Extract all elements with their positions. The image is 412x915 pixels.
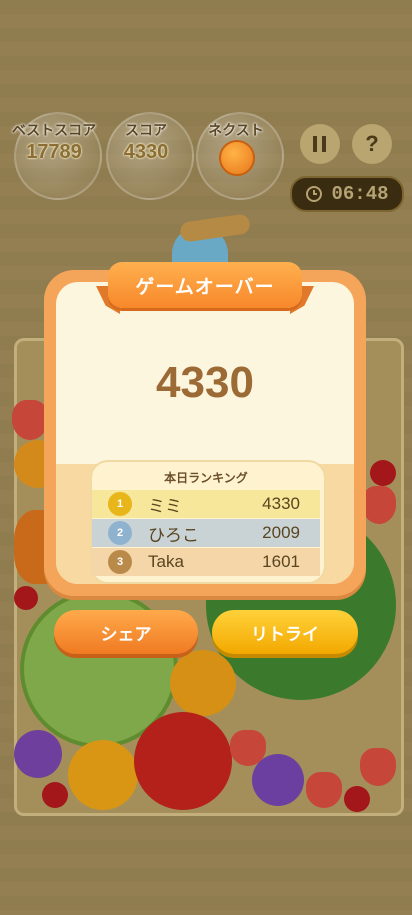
orange-icon	[219, 140, 255, 176]
cherry-fruit-2	[42, 782, 68, 808]
bronze-medal-icon: 3	[108, 550, 132, 574]
ranking-row: 3 Taka 1601	[92, 548, 320, 576]
ranking-name: ミミ	[148, 496, 182, 516]
strawberry-fruit-4	[306, 772, 342, 808]
ranking-name: ひろこ	[148, 525, 199, 545]
game-over-title: ゲームオーバー	[108, 262, 302, 308]
strawberry-fruit-3	[230, 730, 266, 766]
timer-value: 06:48	[331, 183, 389, 205]
pause-icon	[313, 136, 326, 152]
ranking-name: Taka	[148, 552, 184, 571]
ranking-score: 2009	[262, 523, 300, 542]
help-label: ?	[365, 131, 379, 156]
next-label: ネクスト	[208, 122, 264, 138]
pause-button[interactable]	[300, 124, 340, 164]
strawberry-fruit-5	[360, 748, 396, 786]
apple-fruit	[134, 712, 232, 810]
orange-fruit-3	[170, 650, 236, 716]
share-button[interactable]: シェア	[54, 610, 198, 654]
grape-fruit	[14, 730, 62, 778]
orange-fruit-4	[68, 740, 138, 810]
best-score-value: 17789	[26, 141, 82, 163]
score-label: スコア	[125, 122, 167, 138]
ranking-row: 1 ミミ 4330	[92, 490, 320, 518]
ranking-title: 本日ランキング	[164, 471, 248, 485]
cherry-fruit	[14, 586, 38, 610]
ranking-score: 1601	[262, 552, 300, 571]
silver-medal-icon: 2	[108, 521, 132, 545]
strawberry-fruit	[12, 400, 48, 440]
gold-medal-icon: 1	[108, 492, 132, 516]
final-score: 4330	[156, 358, 254, 407]
grape-fruit-2	[252, 754, 304, 806]
cherry-fruit-4	[370, 460, 396, 486]
ranking-score: 4330	[262, 494, 300, 513]
retry-button[interactable]: リトライ	[212, 610, 358, 654]
best-score-label: ベストスコア	[11, 122, 97, 138]
ranking-row: 2 ひろこ 2009	[92, 519, 320, 547]
score-value: 4330	[123, 141, 169, 163]
strawberry-fruit-2	[362, 486, 396, 524]
help-button[interactable]: ?	[352, 124, 392, 164]
clock-icon	[306, 186, 323, 202]
timer-display: 06:48	[290, 176, 404, 212]
cherry-fruit-3	[344, 786, 370, 812]
